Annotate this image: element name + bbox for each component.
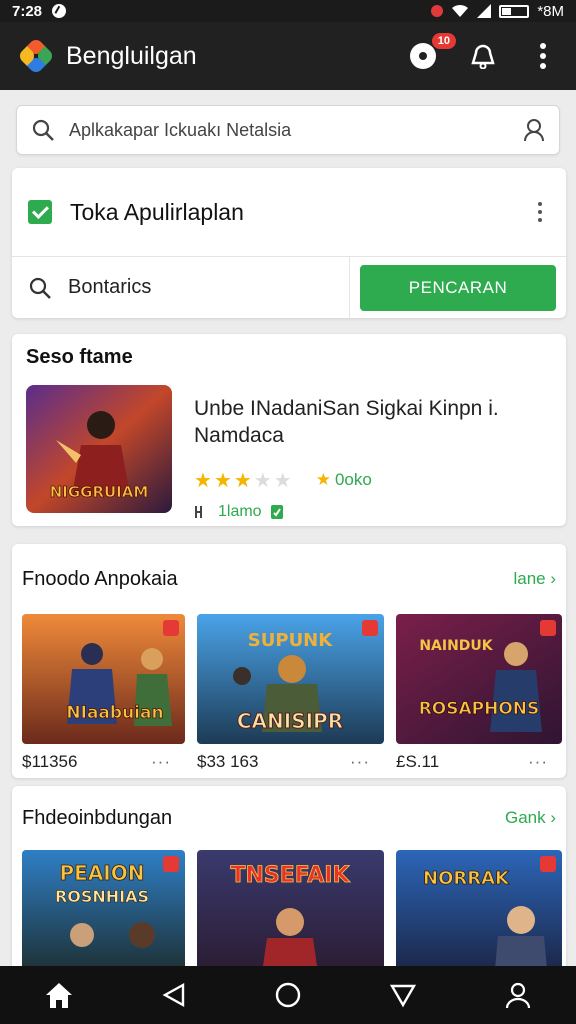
row-title: Fnoodo Anpokaia [22,567,178,590]
app-bar: Bengluilgan 10 [0,22,576,90]
star-icon: ★ [315,470,331,490]
store-search-field[interactable]: Bontarics [12,257,350,318]
home-icon[interactable] [44,981,74,1009]
alerts-button[interactable] [468,41,498,71]
app-tile[interactable]: PEAION ROSNHIAS [22,850,185,980]
account-icon[interactable] [523,118,545,142]
tile-more-icon[interactable]: ··· [528,752,548,772]
app-tile-image: TNSEFAIK [197,850,384,980]
app-tile[interactable]: NAINDUK ROSAPHONS £S.11 ··· [396,614,562,772]
app-tile-image: SUPUNK CANISIPR [197,614,384,744]
tile-badge [540,620,556,636]
star-icon: ★ [213,469,232,492]
status-right-text: *8M [537,2,564,20]
store-menu-icon[interactable] [530,202,550,222]
tile-badge [163,856,179,872]
tile-price: $11356 [22,752,78,771]
featured-app-name: Unbe INadaniSan Sigkai Kinpn i. Namdaca [194,397,499,448]
tile-badge [540,856,556,872]
notification-dot-icon [431,5,444,17]
app-tile-image: PEAION ROSNHIAS [22,850,185,980]
tile-caption: NORRAK [423,868,510,889]
search-icon [32,119,54,141]
home-circle-icon[interactable] [274,981,302,1009]
tile-caption: CANISIPR [237,709,343,733]
wifi-icon [452,4,469,17]
back-icon[interactable] [161,982,187,1008]
tile-caption: ROSNHIAS [55,887,149,906]
app-tile-image: NAINDUK ROSAPHONS [396,614,562,744]
more-vert-icon [540,43,546,69]
svg-text:PEAION: PEAION [60,861,145,885]
search-button[interactable]: PENCARAN [360,264,556,311]
app-tile[interactable]: SUPUNK CANISIPR $33 163 ··· [197,614,384,772]
featured-meta: 1lamo [218,502,262,520]
star-empty-icon: ★ [253,469,272,492]
featured-cover-caption: NIGGRUIAM [50,483,149,501]
star-icon: ★ [233,469,252,492]
app-row-new: Fhdeoinbdungan Gank › PEAION ROSNHIAS TNS… [12,786,566,986]
featured-section-title: Seso ftame [26,346,133,368]
row-more-link[interactable]: lane › [513,569,556,589]
app-logo-icon [17,37,55,75]
search-icon [29,277,51,299]
tile-caption: NIaabuian [66,703,163,723]
store-card: Toka Apulirlaplan Bontarics PENCARAN [12,168,566,318]
app-tile[interactable]: TNSEFAIK [197,850,384,980]
bottom-nav-bar [0,966,576,1024]
featured-rating: ★ ★ ★ ★ ★ ★ 0oko [194,468,552,493]
disc-icon [410,43,436,69]
featured-rating-label: 0oko [334,470,372,490]
tile-caption: TNSEFAIK [230,863,350,888]
app-tile[interactable]: NORRAK [396,850,562,980]
app-tile-image: NORRAK [396,850,562,980]
app-title: Bengluilgan [66,41,197,70]
star-icon: ★ [194,469,212,492]
status-bar: 7:28 *8M [0,0,576,22]
profile-icon[interactable] [504,981,532,1009]
svg-text:SUPUNK: SUPUNK [248,630,333,651]
tile-more-icon[interactable]: ··· [350,752,370,772]
featured-app-cover[interactable]: NIGGRUIAM [26,385,172,513]
svg-text:NAINDUK: NAINDUK [419,638,493,654]
store-search-value: Bontarics [68,276,152,298]
featured-card[interactable]: Seso ftame NIGGRUIAM Unbe INadaniSan Sig… [12,334,566,526]
tile-price: $33 163 [197,752,259,771]
recents-icon[interactable] [389,982,417,1008]
store-title: Toka Apulirlaplan [70,198,244,225]
row-more-link[interactable]: Gank › [505,808,556,828]
signal-icon [477,4,492,18]
sync-icon [52,4,67,18]
star-empty-icon: ★ [273,469,292,492]
status-time: 7:28 [12,2,43,20]
overflow-menu-button[interactable] [528,41,558,71]
notifications-button[interactable]: 10 [408,33,456,71]
app-tile-image: NIaabuian [22,614,185,744]
app-tile[interactable]: NIaabuian $11356 ··· [22,614,185,772]
tile-more-icon[interactable]: ··· [151,752,171,772]
battery-icon [499,4,530,18]
bell-outline-icon [471,44,495,69]
tile-price: £S.11 [396,752,440,771]
checkbox-checked-icon[interactable] [28,200,52,224]
tile-badge [362,620,378,636]
app-row-popular: Fnoodo Anpokaia lane › NIaabuian $11356 ·… [12,544,566,778]
search-bar[interactable]: Aplkakapar Ickuakı Netalsia [16,105,560,155]
search-input[interactable]: Aplkakapar Ickuakı Netalsia [69,120,523,141]
verified-icon [270,504,283,519]
notification-badge: 10 [431,33,456,49]
tile-badge [163,620,179,636]
tile-caption: ROSAPHONS [419,699,540,719]
row-title: Fhdeoinbdungan [22,806,173,829]
download-size-icon [195,505,202,518]
